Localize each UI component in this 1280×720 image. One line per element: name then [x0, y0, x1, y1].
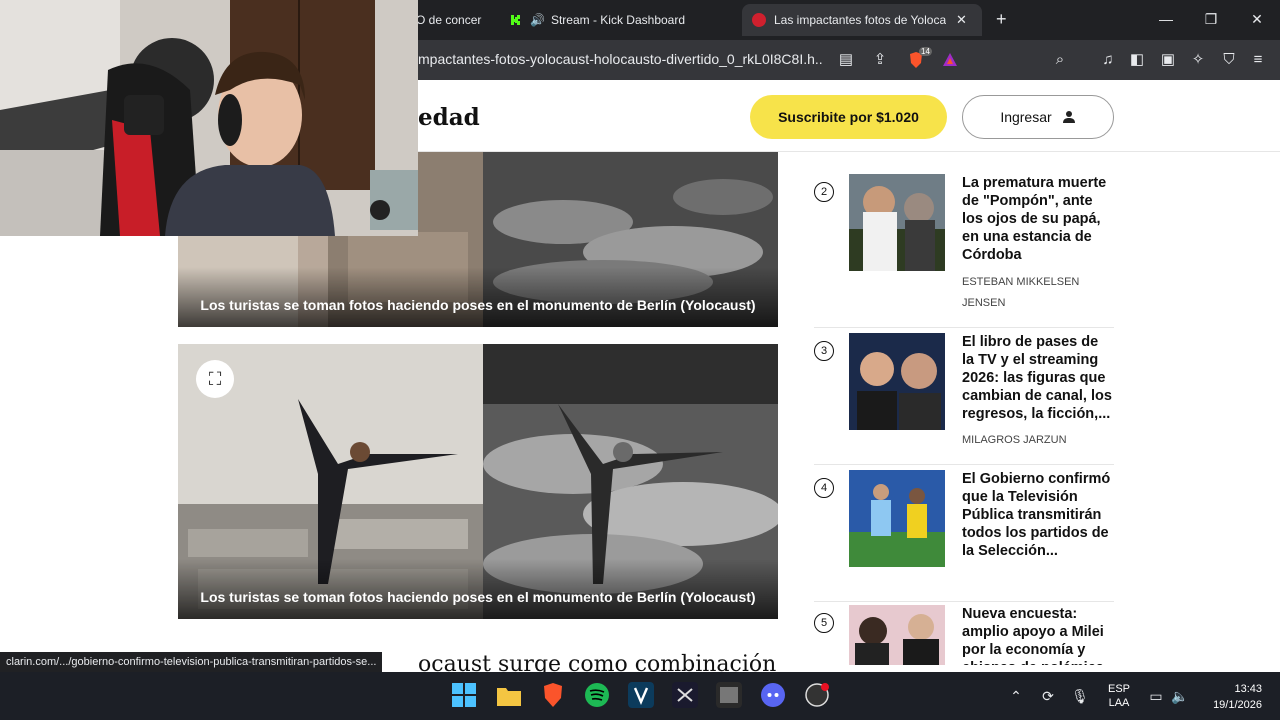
- tab-label: O de concer: [416, 13, 482, 27]
- microphone-icon[interactable]: 🎙: [1070, 686, 1090, 706]
- keyboard-layout: LAA: [1108, 697, 1130, 709]
- thumbnail-image: [849, 605, 945, 665]
- tab-label: Stream - Kick Dashboard: [550, 13, 686, 27]
- tab-article-active[interactable]: Las impactantes fotos de Yolocau ✕: [742, 4, 982, 36]
- brave-browser-icon[interactable]: [540, 682, 566, 708]
- login-label: Ingresar: [1000, 109, 1052, 125]
- language-indicator[interactable]: ESP LAA: [1106, 682, 1132, 710]
- list-item-most-read-2[interactable]: 2 La prematura muerte de "Pompón", ante …: [814, 174, 1114, 328]
- minimize-icon[interactable]: —: [1156, 10, 1176, 28]
- photo-caption: Los turistas se toman fotos haciendo pos…: [178, 267, 778, 327]
- close-window-icon[interactable]: ✕: [1247, 10, 1267, 28]
- spotify-icon[interactable]: [584, 682, 610, 708]
- search-tabs-icon[interactable]: ⌕: [1050, 50, 1070, 70]
- screen: O de concer 🔊 Stream - Kick Dashboard La…: [0, 0, 1280, 720]
- user-icon: [1062, 111, 1075, 123]
- list-item-most-read-3[interactable]: 3 El libro de pases de la TV y el stream…: [814, 333, 1114, 465]
- clock-date: 19/1/2026: [1213, 699, 1262, 711]
- vpn-icon[interactable]: ⛉: [1219, 50, 1239, 70]
- thumbnail-image: [849, 470, 945, 567]
- kick-icon: [508, 13, 522, 27]
- headline-link[interactable]: El libro de pases de la TV y el streamin…: [962, 333, 1114, 423]
- rank-badge: 5: [814, 613, 834, 633]
- thumbnail-image: [849, 333, 945, 430]
- leo-ai-icon[interactable]: ✧: [1188, 50, 1208, 70]
- tab-concert[interactable]: O de concer: [416, 6, 486, 34]
- wallet-icon[interactable]: ▣: [1158, 50, 1178, 70]
- author-name: ESTEBAN MIKKELSEN JENSEN: [962, 276, 1080, 309]
- video-editor-icon[interactable]: [628, 682, 654, 708]
- obs-recording-icon[interactable]: [804, 682, 830, 708]
- media-icon[interactable]: ♫: [1098, 50, 1118, 70]
- sidebar-toggle-icon[interactable]: ◧: [1127, 50, 1147, 70]
- photo-caption: Los turistas se toman fotos haciendo pos…: [178, 559, 778, 619]
- headline-link[interactable]: El Gobierno confirmó que la Televisión P…: [962, 470, 1114, 560]
- windows-start-icon[interactable]: [451, 682, 477, 708]
- link-status-preview: clarin.com/.../gobierno-confirmo-televis…: [0, 652, 383, 672]
- file-explorer-icon[interactable]: [496, 682, 522, 708]
- speaker-icon: 🔊: [530, 13, 545, 27]
- tab-kick-dashboard[interactable]: 🔊 Stream - Kick Dashboard: [508, 6, 728, 34]
- clock-time: 13:43: [1234, 683, 1262, 695]
- chevron-up-icon[interactable]: ⌃: [1006, 686, 1026, 706]
- headline-link[interactable]: La prematura muerte de "Pompón", ante lo…: [962, 174, 1114, 264]
- site-section-title[interactable]: edad: [418, 104, 480, 131]
- subscribe-button[interactable]: Suscribite por $1.020: [750, 95, 947, 139]
- thumbnail-image: [849, 174, 945, 271]
- shields-count-badge: 14: [919, 47, 932, 56]
- list-item-most-read-5[interactable]: 5 Nueva encuesta: amplio apoyo a Milei p…: [814, 605, 1114, 673]
- volume-icon[interactable]: 🔈: [1170, 686, 1190, 706]
- url-field[interactable]: mpactantes-fotos-yolocaust-holocausto-di…: [418, 51, 822, 67]
- headline-link[interactable]: Nueva encuesta: amplio apoyo a Milei por…: [962, 605, 1114, 665]
- discord-icon[interactable]: [760, 682, 786, 708]
- webcam-video: [0, 0, 418, 236]
- new-tab-button[interactable]: +: [996, 10, 1007, 28]
- close-tab-icon[interactable]: ✕: [956, 12, 967, 28]
- login-button[interactable]: Ingresar: [962, 95, 1114, 139]
- list-item-most-read-4[interactable]: 4 El Gobierno confirmó que la Televisión…: [814, 470, 1114, 602]
- rank-badge: 3: [814, 341, 834, 361]
- clarin-favicon-icon: [752, 13, 766, 27]
- share-icon[interactable]: ⇪: [870, 50, 890, 70]
- webcam-overlay: [0, 0, 418, 236]
- restore-icon[interactable]: ❐: [1201, 10, 1221, 28]
- brave-rewards-icon[interactable]: [940, 50, 960, 70]
- clock[interactable]: 13:43 19/1/2026: [1198, 681, 1262, 713]
- rank-badge: 2: [814, 182, 834, 202]
- windows-taskbar: ⌃ ⟳ 🎙 ESP LAA ▭ 🔈 13:43 19/1/2026: [0, 672, 1280, 720]
- rank-badge: 4: [814, 478, 834, 498]
- language-code: ESP: [1107, 683, 1130, 695]
- tab-label: Las impactantes fotos de Yolocau: [774, 13, 946, 27]
- sync-icon[interactable]: ⟳: [1038, 686, 1058, 706]
- author-name: MILAGROS JARZUN: [962, 434, 1067, 446]
- xsplit-icon[interactable]: [672, 682, 698, 708]
- reader-mode-icon[interactable]: ▤: [836, 50, 856, 70]
- article-photo-2[interactable]: ⛶ Los turistas se toman fotos haciendo p…: [178, 344, 778, 619]
- gta-icon[interactable]: [716, 682, 742, 708]
- expand-icon[interactable]: ⛶: [196, 360, 234, 398]
- menu-icon[interactable]: ≡: [1248, 50, 1268, 70]
- network-icon[interactable]: ▭: [1146, 686, 1166, 706]
